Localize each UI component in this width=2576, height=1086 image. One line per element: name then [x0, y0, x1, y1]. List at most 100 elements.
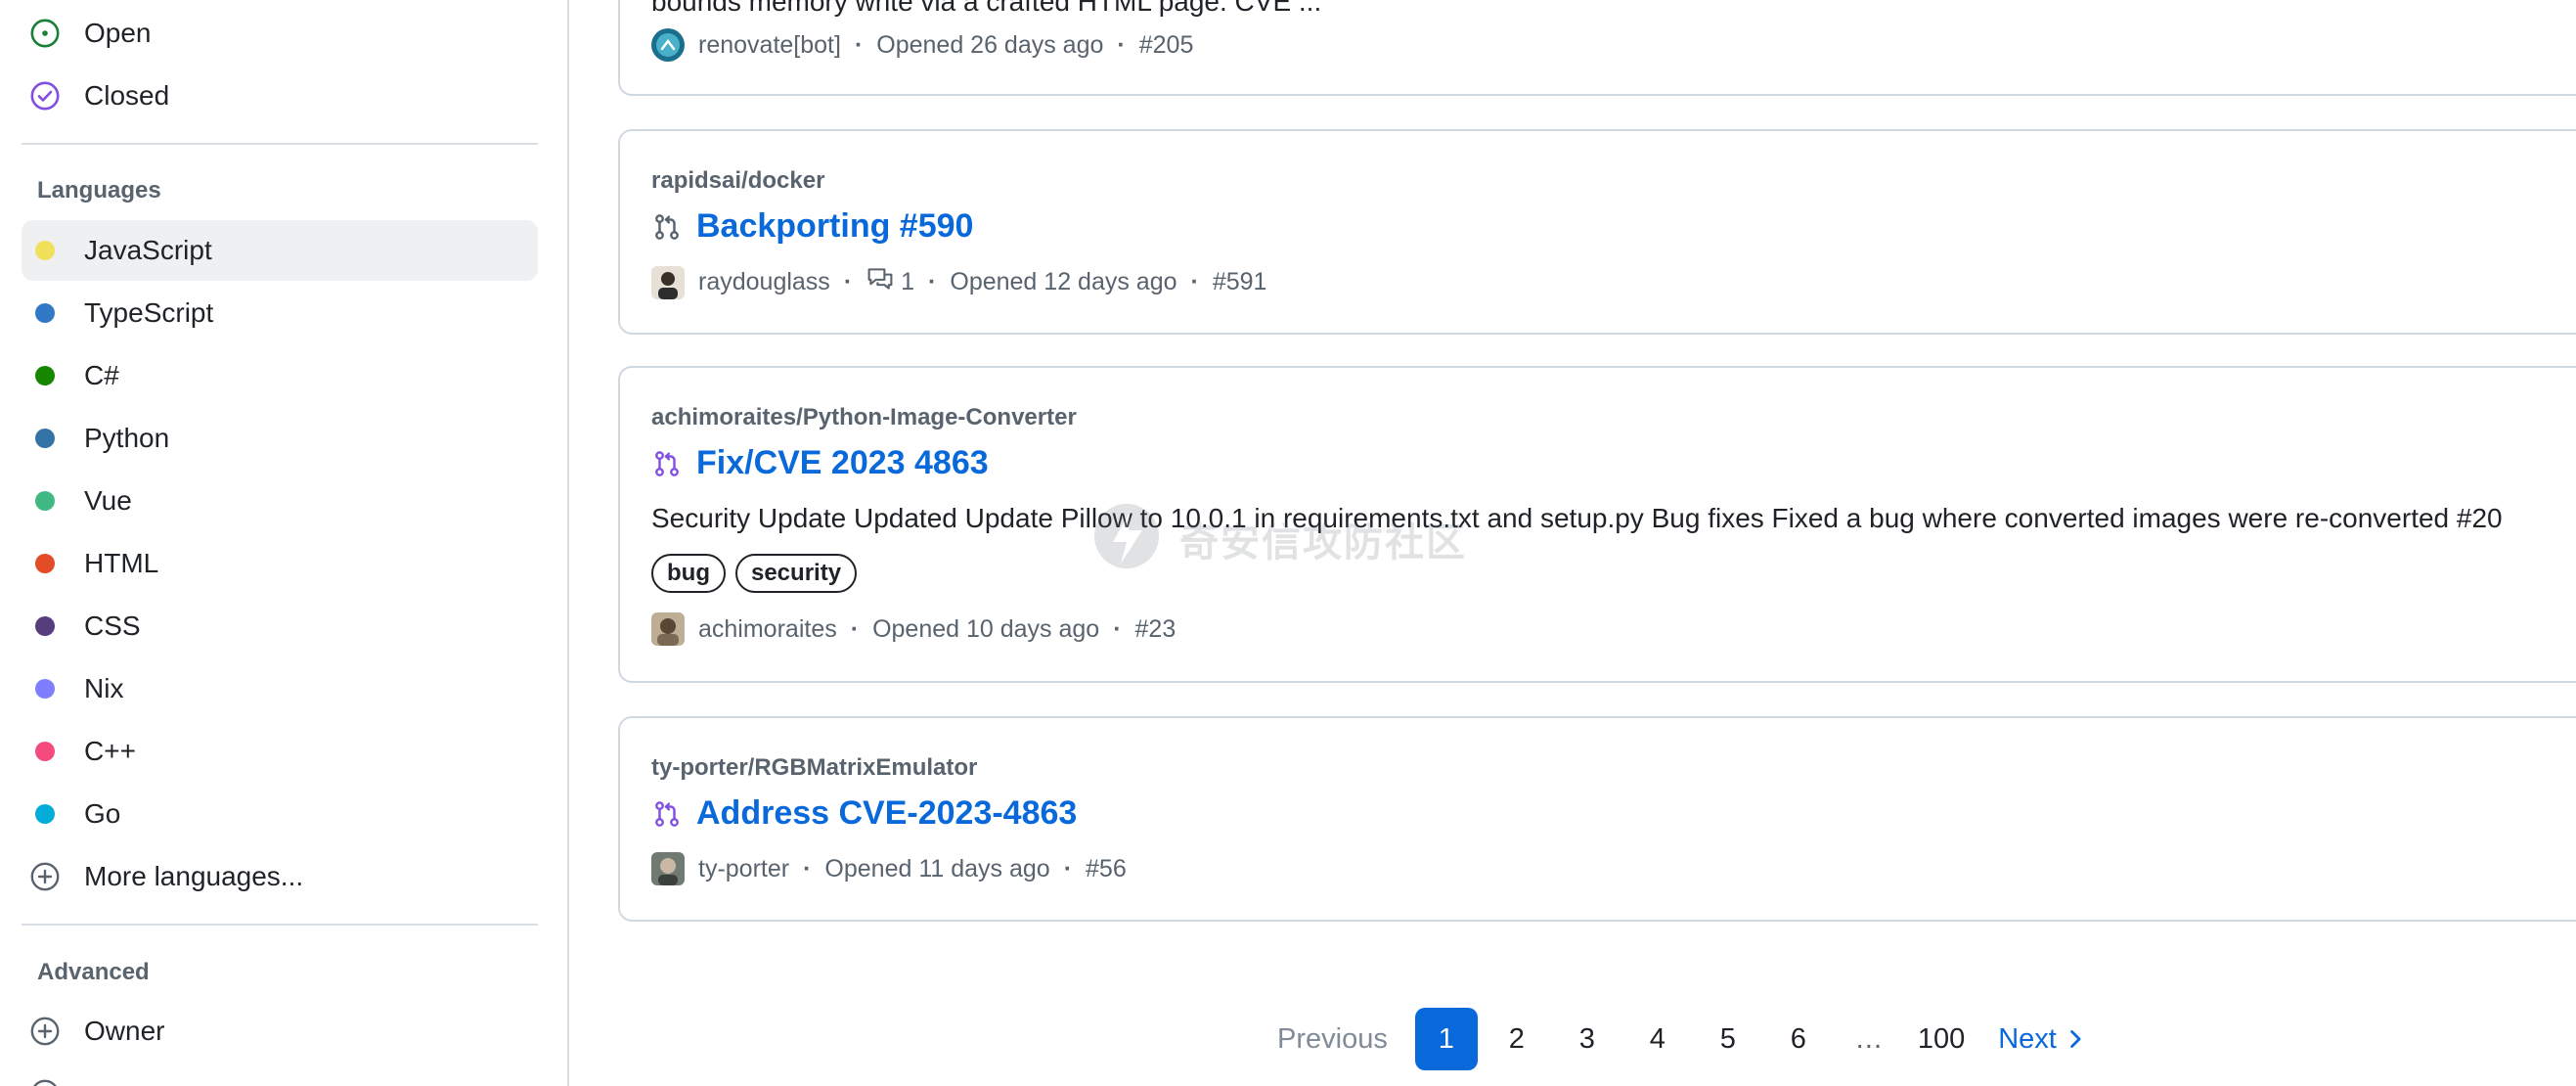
result-title-link[interactable]: Fix/CVE 2023 4863	[696, 444, 989, 482]
pagination-page-1[interactable]: 1	[1414, 1008, 1478, 1070]
language-label: Python	[84, 423, 170, 453]
advanced-next-item[interactable]	[22, 1063, 538, 1086]
result-number: #56	[1086, 854, 1127, 882]
language-color-dot	[35, 241, 55, 260]
result-opened-date: Opened 10 days ago	[872, 614, 1100, 643]
language-color-dot	[35, 303, 55, 323]
languages-heading: Languages	[37, 177, 161, 204]
language-label: JavaScript	[84, 235, 212, 265]
language-nix[interactable]: Nix	[22, 658, 538, 719]
language-label: HTML	[84, 548, 159, 578]
issue-open-icon	[22, 3, 68, 64]
advanced-owner[interactable]: Owner	[22, 1001, 538, 1062]
pagination-page-6[interactable]: 6	[1767, 1008, 1830, 1070]
meta-separator: ·	[928, 268, 937, 295]
language-javascript[interactable]: JavaScript	[22, 220, 538, 281]
avatar[interactable]	[651, 852, 685, 885]
language-go[interactable]: Go	[22, 784, 538, 844]
advanced-heading: Advanced	[37, 959, 150, 985]
result-meta: achimoraites · Opened 10 days ago · #23	[651, 612, 1176, 646]
pagination-next-label: Next	[1998, 1022, 2057, 1055]
filter-closed[interactable]: Closed	[22, 66, 538, 126]
filter-open[interactable]: Open	[22, 3, 538, 64]
language-color-dot	[35, 616, 55, 636]
language-typescript[interactable]: TypeScript	[22, 283, 538, 343]
meta-separator: ·	[843, 268, 853, 295]
pagination-previous[interactable]: Previous	[1267, 1008, 1398, 1070]
meta-separator: ·	[1063, 854, 1073, 882]
meta-separator: ·	[1190, 268, 1199, 295]
search-result-card: ty-porter/RGBMatrixEmulator Address CVE-…	[618, 716, 2576, 922]
plus-circle-icon	[22, 846, 68, 907]
pull-request-icon	[651, 211, 683, 243]
language-html[interactable]: HTML	[22, 533, 538, 594]
search-result-card: rapidsai/docker Backporting #590 raydoug…	[618, 129, 2576, 335]
pagination-page-2[interactable]: 2	[1486, 1008, 1548, 1070]
pagination: Previous 1 2 3 4 5 6 … 100 Next	[1264, 1008, 2098, 1070]
result-repo-name[interactable]: rapidsai/docker	[651, 167, 824, 195]
language-python[interactable]: Python	[22, 408, 538, 469]
result-author[interactable]: renovate[bot]	[698, 31, 841, 60]
pagination-ellipsis: …	[1854, 1022, 1884, 1055]
result-author[interactable]: ty-porter	[698, 855, 789, 883]
result-description: bounds memory write via a crafted HTML p…	[651, 0, 1322, 17]
comment-count: 1	[901, 268, 915, 295]
meta-separator: ·	[1117, 30, 1126, 59]
avatar[interactable]	[651, 265, 685, 299]
result-repo-name[interactable]: ty-porter/RGBMatrixEmulator	[651, 754, 977, 782]
pagination-page-5[interactable]: 5	[1697, 1008, 1759, 1070]
result-repo-name[interactable]: achimoraites/Python-Image-Converter	[651, 404, 1077, 431]
result-meta: ty-porter · Opened 11 days ago · #56	[651, 852, 1127, 885]
more-languages-button[interactable]: More languages...	[22, 846, 538, 907]
language-label: Go	[84, 798, 121, 829]
sidebar-divider	[22, 143, 538, 145]
language-color-dot	[35, 366, 55, 385]
language-label: TypeScript	[84, 297, 214, 328]
result-opened-date: Opened 26 days ago	[876, 30, 1104, 59]
plus-circle-icon	[22, 1063, 68, 1086]
language-css[interactable]: CSS	[22, 596, 538, 656]
advanced-owner-label: Owner	[84, 1016, 165, 1046]
label-bug[interactable]: bug	[651, 554, 726, 593]
avatar[interactable]	[651, 612, 685, 646]
result-meta: renovate[bot] · Opened 26 days ago · #20…	[651, 28, 1193, 62]
result-title-row: Backporting #590	[651, 207, 973, 246]
result-description: Security Update Updated Update Pillow to…	[651, 503, 2503, 533]
result-title-row: Address CVE-2023-4863	[651, 794, 1077, 833]
language-cpp[interactable]: C++	[22, 721, 538, 782]
search-result-card: bounds memory write via a crafted HTML p…	[618, 0, 2576, 96]
result-comments[interactable]: 1	[866, 265, 914, 299]
pull-request-icon	[651, 448, 683, 479]
meta-separator: ·	[803, 854, 812, 882]
result-author[interactable]: achimoraites	[698, 615, 837, 644]
result-title-link[interactable]: Address CVE-2023-4863	[696, 794, 1077, 833]
language-color-dot	[35, 804, 55, 824]
language-csharp[interactable]: C#	[22, 345, 538, 406]
result-meta: raydouglass · 1 · Opened 12 days ago · #…	[651, 265, 1266, 299]
language-vue[interactable]: Vue	[22, 471, 538, 531]
result-opened-date: Opened 11 days ago	[824, 854, 1050, 882]
result-number: #205	[1138, 30, 1194, 59]
pagination-page-4[interactable]: 4	[1626, 1008, 1689, 1070]
pagination-page-3[interactable]: 3	[1556, 1008, 1619, 1070]
result-opened-date: Opened 12 days ago	[950, 268, 1177, 295]
sidebar-divider	[22, 924, 538, 926]
language-color-dot	[35, 742, 55, 761]
label-security[interactable]: security	[734, 554, 858, 593]
meta-separator: ·	[1113, 614, 1122, 643]
result-labels: bug security	[651, 554, 858, 593]
result-title-link[interactable]: Backporting #590	[696, 207, 973, 246]
language-color-dot	[35, 429, 55, 448]
pull-request-icon	[651, 798, 683, 830]
language-label: C#	[84, 360, 119, 390]
pagination-next[interactable]: Next	[1988, 1008, 2094, 1070]
language-label: Vue	[84, 485, 132, 516]
result-author[interactable]: raydouglass	[698, 268, 830, 296]
filter-open-label: Open	[84, 18, 152, 48]
chevron-right-icon	[2066, 1028, 2084, 1050]
pagination-page-last[interactable]: 100	[1908, 1008, 1975, 1070]
avatar[interactable]	[651, 28, 685, 62]
language-label: CSS	[84, 611, 141, 641]
check-circle-icon	[22, 66, 68, 126]
language-color-dot	[35, 491, 55, 511]
